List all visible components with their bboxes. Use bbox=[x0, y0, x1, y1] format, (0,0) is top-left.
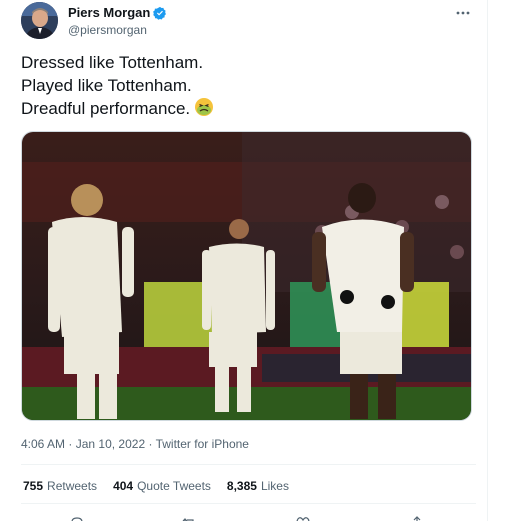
tweet-line: Played like Tottenham. bbox=[21, 75, 192, 95]
tweet-line: Dressed like Tottenham. bbox=[21, 53, 204, 72]
retweet-icon[interactable] bbox=[182, 516, 196, 521]
retweets-label: Retweets bbox=[47, 479, 98, 493]
author-name[interactable]: Piers Morgan bbox=[68, 5, 150, 20]
quotes-count: 404 bbox=[113, 479, 134, 493]
divider bbox=[21, 464, 476, 465]
tweet-time[interactable]: 4:06 AM bbox=[21, 437, 65, 451]
share-icon[interactable] bbox=[410, 516, 424, 521]
tweet-meta: 4:06 AM · Jan 10, 2022 · Twitter for iPh… bbox=[21, 437, 249, 451]
tweet-date[interactable]: Jan 10, 2022 bbox=[76, 437, 145, 451]
reply-icon[interactable] bbox=[70, 516, 84, 521]
tweet-actions bbox=[21, 512, 476, 521]
more-options-icon[interactable] bbox=[453, 4, 473, 22]
tweet-photo[interactable] bbox=[21, 131, 472, 421]
tweet-header: Piers Morgan @piersmorgan bbox=[21, 2, 476, 42]
tweet-card: Piers Morgan @piersmorgan Dressed like T… bbox=[0, 0, 488, 521]
like-icon[interactable] bbox=[296, 516, 310, 521]
tweet-text: Dressed like Tottenham. Played like Tott… bbox=[21, 52, 214, 121]
nauseated-face-emoji bbox=[195, 98, 214, 116]
tweet-source[interactable]: Twitter for iPhone bbox=[156, 437, 249, 451]
author-name-row: Piers Morgan bbox=[68, 5, 167, 20]
avatar[interactable] bbox=[21, 2, 58, 39]
tweet-stats: 755 Retweets 404 Quote Tweets 8,385 Likes bbox=[23, 479, 289, 493]
verified-badge-icon bbox=[153, 6, 167, 20]
quotes-stat[interactable]: 404 Quote Tweets bbox=[113, 479, 211, 493]
retweets-stat[interactable]: 755 Retweets bbox=[23, 479, 97, 493]
likes-count: 8,385 bbox=[226, 479, 257, 493]
retweets-count: 755 bbox=[23, 479, 44, 493]
meta-separator: · bbox=[148, 437, 153, 451]
quotes-label: Quote Tweets bbox=[137, 479, 211, 493]
author-handle[interactable]: @piersmorgan bbox=[68, 23, 147, 37]
meta-separator: · bbox=[68, 437, 73, 451]
likes-label: Likes bbox=[260, 479, 289, 493]
tweet-line: Dreadful performance. bbox=[21, 99, 191, 118]
likes-stat[interactable]: 8,385 Likes bbox=[227, 479, 289, 493]
divider bbox=[21, 503, 476, 504]
